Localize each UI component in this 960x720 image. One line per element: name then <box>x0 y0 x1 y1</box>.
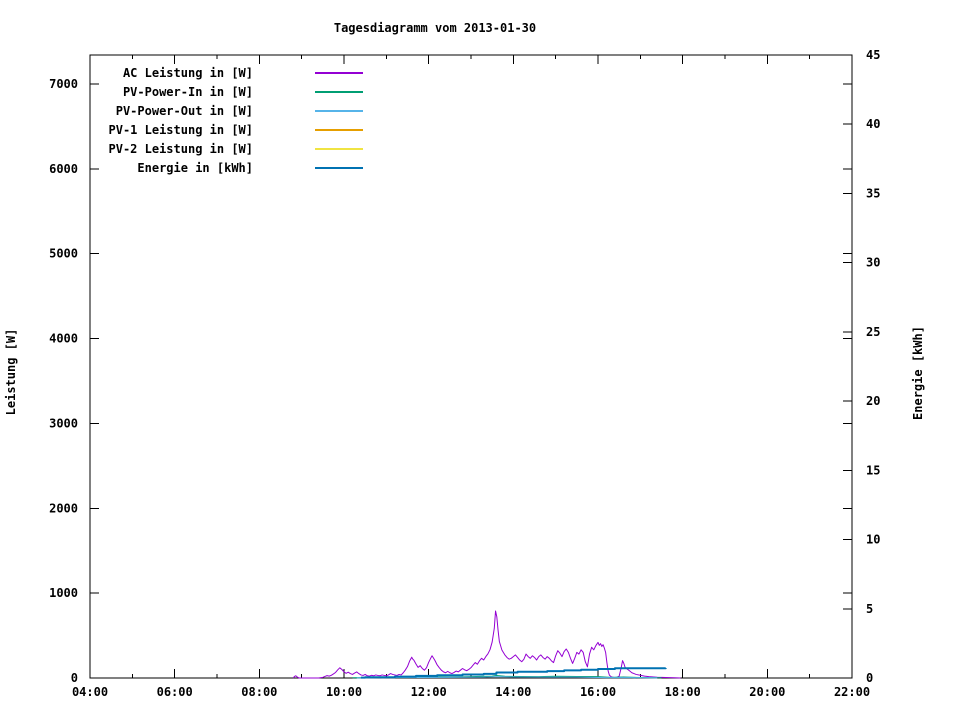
x-tick-label: 16:00 <box>580 685 616 699</box>
x-tick-label: 08:00 <box>241 685 277 699</box>
legend-line-sample <box>315 109 363 112</box>
legend-label: Energie in [kWh] <box>137 160 253 175</box>
y-right-tick-label: 45 <box>866 48 880 62</box>
x-tick-label: 10:00 <box>326 685 362 699</box>
legend-label: AC Leistung in [W] <box>122 65 253 80</box>
legend-item: PV-1 Leistung in [W] <box>60 120 363 139</box>
y-right-tick-label: 15 <box>866 463 880 477</box>
y-left-tick-label: 1000 <box>49 586 78 600</box>
y-right-tick-label: 25 <box>866 325 880 339</box>
chart-screenshot: Tagesdiagramm vom 2013-01-30 Leistung [W… <box>0 0 960 720</box>
x-tick-label: 22:00 <box>834 685 870 699</box>
y-axis-label-left: Leistung [W] <box>4 329 18 416</box>
x-tick-label: 18:00 <box>665 685 701 699</box>
legend-item: PV-Power-Out in [W] <box>60 101 363 120</box>
data-series <box>292 610 681 679</box>
y-right-tick-label: 10 <box>866 533 880 547</box>
y-right-tick-label: 0 <box>866 671 873 685</box>
x-tick-label: 04:00 <box>72 685 108 699</box>
y-axis-label-right: Energie [kWh] <box>911 326 925 420</box>
y-left-tick-label: 4000 <box>49 332 78 346</box>
legend-item: PV-Power-In in [W] <box>60 82 363 101</box>
y-right-tick-label: 5 <box>866 602 873 616</box>
y-right-tick-label: 20 <box>866 394 880 408</box>
y-right-tick-label: 30 <box>866 256 880 270</box>
y-right-tick-label: 35 <box>866 186 880 200</box>
legend-label: PV-1 Leistung in [W] <box>108 122 254 137</box>
legend-line-sample <box>315 71 363 74</box>
y-left-tick-label: 5000 <box>49 247 78 261</box>
legend-item: PV-2 Leistung in [W] <box>60 139 363 158</box>
legend-item: AC Leistung in [W] <box>60 63 363 82</box>
x-tick-label: 12:00 <box>411 685 447 699</box>
legend-line-sample <box>315 128 363 131</box>
x-tick-label: 20:00 <box>749 685 785 699</box>
legend-item: Energie in [kWh] <box>60 158 363 177</box>
legend: AC Leistung in [W] PV-Power-In in [W] PV… <box>60 63 363 177</box>
legend-line-sample <box>315 90 363 93</box>
y-left-tick-label: 0 <box>71 671 78 685</box>
y-left-tick-label: 3000 <box>49 416 78 430</box>
chart-title: Tagesdiagramm vom 2013-01-30 <box>334 21 536 35</box>
y-right-tick-label: 40 <box>866 117 880 131</box>
x-tick-label: 06:00 <box>157 685 193 699</box>
legend-label: PV-Power-Out in [W] <box>115 103 253 118</box>
y-left-tick-label: 2000 <box>49 501 78 515</box>
legend-line-sample <box>315 166 363 169</box>
legend-label: PV-2 Leistung in [W] <box>108 141 254 156</box>
legend-line-sample <box>315 147 363 150</box>
legend-label: PV-Power-In in [W] <box>122 84 253 99</box>
x-tick-label: 14:00 <box>495 685 531 699</box>
